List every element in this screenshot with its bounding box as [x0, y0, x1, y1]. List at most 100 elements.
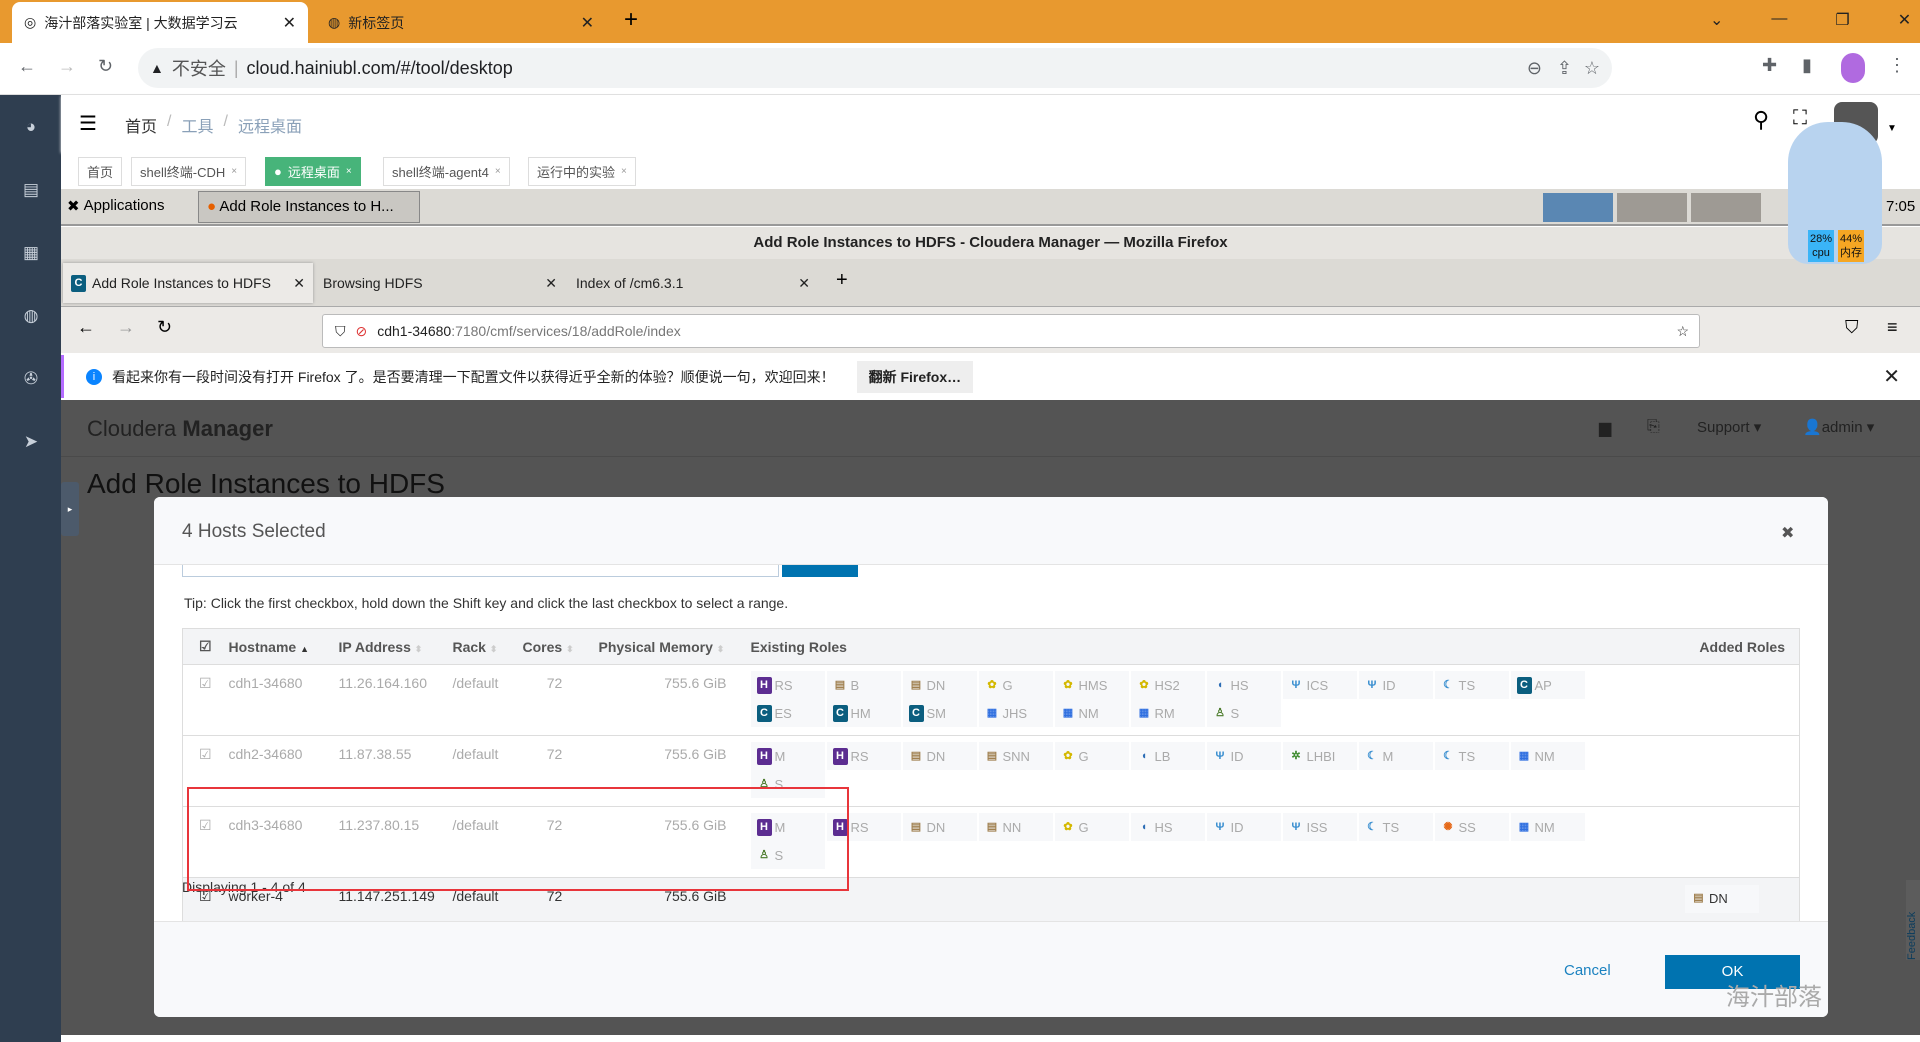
page-tab-running-labs[interactable]: 运行中的实验 × — [528, 157, 636, 186]
user-menu[interactable]: 👤admin ▾ — [1803, 418, 1874, 436]
new-tab-button[interactable]: + — [836, 269, 848, 292]
role-label: NM — [1534, 819, 1555, 835]
bookmark-star-icon[interactable]: ☆ — [1676, 323, 1689, 340]
firefox-tab-bar: C Add Role Instances to HDFS ✕ Browsing HD… — [61, 259, 1920, 307]
forward-icon[interactable]: → — [58, 56, 76, 77]
extensions-icon[interactable]: ✚ — [1762, 55, 1777, 76]
role-label: RS — [850, 748, 869, 764]
breadcrumb-tools[interactable]: 工具 — [181, 113, 213, 137]
share-icon[interactable]: ⇪ — [1557, 58, 1572, 79]
rack: /default — [446, 664, 517, 736]
applications-menu[interactable]: ✖ Applications — [67, 197, 164, 215]
breadcrumb-home[interactable]: 首页 — [125, 113, 157, 137]
dashboard-icon[interactable]: ◕ — [18, 117, 44, 143]
page-tab-remote-desktop[interactable]: ● 远程桌面 × — [265, 157, 361, 186]
column-ip[interactable]: IP Address ⬍ — [332, 628, 447, 665]
reload-icon[interactable]: ↻ — [98, 56, 113, 77]
tab-search-icon[interactable]: ⌄ — [1710, 10, 1723, 30]
feedback-tab[interactable]: Feedback — [1906, 880, 1920, 960]
page-tab-shell-cdh[interactable]: shell终端-CDH × — [131, 157, 247, 186]
close-icon[interactable]: ✕ — [1883, 364, 1900, 389]
page-tab-home[interactable]: 首页 — [78, 157, 123, 186]
back-icon[interactable]: ← — [18, 56, 36, 77]
close-window-icon[interactable]: ✕ — [1898, 10, 1911, 30]
insecure-lock-icon[interactable]: ⊘ — [356, 323, 368, 340]
firefox-menu-icon[interactable]: ≡ — [1887, 317, 1898, 338]
workspace-3[interactable] — [1691, 193, 1761, 222]
caret-down-icon[interactable]: ▼ — [1887, 123, 1897, 134]
minimize-icon[interactable]: — — [1771, 10, 1787, 30]
memory: 755.6 GiB — [592, 664, 745, 736]
role-label: LHBI — [1306, 748, 1336, 764]
workspace-1[interactable] — [1543, 193, 1613, 222]
firefox-tab[interactable]: Index of /cm6.3.1 ✕ — [568, 263, 818, 303]
send-icon[interactable]: ➤ — [18, 432, 44, 458]
page-tab-shell-agent4[interactable]: shell终端-agent4 × — [383, 157, 510, 186]
profile-avatar[interactable] — [1841, 53, 1865, 83]
close-tab-icon[interactable]: ✕ — [545, 275, 557, 292]
browser-tab[interactable]: ◍ 新标签页 ✕ — [316, 2, 606, 43]
page-tabs: 首页 shell终端-CDH × ● 远程桌面 × shell终端-agent4 × 运… — [61, 152, 1920, 189]
role-impala-iss: Ψ ISS — [1282, 813, 1357, 841]
firefox-tab[interactable]: Browsing HDFS ✕ — [315, 263, 565, 303]
column-memory[interactable]: Physical Memory ⬍ — [592, 628, 745, 665]
select-all-checkbox[interactable]: ☑ — [182, 628, 223, 665]
column-cores[interactable]: Cores ⬍ — [516, 628, 593, 665]
column-hostname[interactable]: Hostname ▲ — [222, 628, 333, 665]
role-label: NN — [1002, 819, 1022, 835]
row-checkbox[interactable]: ☑ — [182, 664, 223, 736]
close-tab-icon[interactable]: ✕ — [581, 13, 594, 33]
support-menu[interactable]: Support ▾ — [1697, 418, 1761, 436]
close-icon[interactable]: × — [346, 166, 352, 177]
search-input[interactable] — [182, 565, 779, 577]
cm-logo[interactable]: Cloudera Manager — [87, 416, 273, 442]
close-tab-icon[interactable]: ✕ — [798, 275, 810, 292]
close-icon[interactable]: × — [231, 166, 237, 177]
added-roles — [1676, 806, 1800, 878]
column-rack[interactable]: Rack ⬍ — [446, 628, 517, 665]
close-icon[interactable]: × — [495, 166, 501, 177]
role-hive-g: ✿ G — [978, 671, 1053, 699]
sort-asc-icon: ▲ — [300, 643, 309, 654]
firefox-url-bar[interactable]: ⛉ ⊘ cdh1-34680:7180/cmf/services/18/addRo… — [322, 314, 1700, 348]
cancel-button[interactable]: Cancel — [1564, 962, 1611, 979]
forward-icon[interactable]: → — [117, 317, 135, 338]
pocket-icon[interactable]: ⛉ — [1845, 317, 1859, 338]
chrome-menu-icon[interactable]: ⋮ — [1888, 55, 1906, 76]
bookmark-star-icon[interactable]: ☆ — [1584, 58, 1600, 79]
menu-toggle-icon[interactable]: ☰ — [79, 111, 97, 136]
zoom-icon[interactable]: ⊖ — [1527, 58, 1542, 79]
commands-icon[interactable]: ⎘ — [1647, 418, 1660, 436]
reload-icon[interactable]: ↻ — [157, 317, 172, 338]
globe-icon[interactable]: ◍ — [18, 306, 44, 332]
close-tab-icon[interactable]: ✕ — [283, 13, 296, 33]
role-label: NM — [1534, 748, 1555, 764]
firefox-tab-active[interactable]: C Add Role Instances to HDFS ✕ — [63, 263, 313, 303]
restore-icon[interactable]: ❐ — [1835, 10, 1849, 30]
address-bar[interactable]: ▲ 不安全 | cloud.hainiubl.com/#/tool/deskto… — [138, 48, 1612, 88]
close-icon[interactable]: × — [621, 166, 627, 177]
refresh-firefox-button[interactable]: 翻新 Firefox… — [856, 360, 974, 393]
role-label: RM — [1154, 705, 1175, 721]
app-header: ☰ 首页 / 工具 / 远程桌面 ⚲ ⛶ ▼ — [61, 95, 1920, 152]
role-hbase-rs: H RS — [826, 742, 901, 770]
apps-icon[interactable]: ▦ — [18, 243, 44, 269]
parcel-icon[interactable]: ▆ — [1599, 418, 1611, 438]
browser-tab-active[interactable]: ◎ 海汁部落实验室 | 大数据学习云 ✕ — [12, 2, 308, 43]
close-modal-button[interactable]: ✖ — [1781, 523, 1794, 543]
new-tab-button[interactable]: + — [624, 6, 638, 34]
side-panel-icon[interactable]: ▮ — [1802, 55, 1812, 76]
back-icon[interactable]: ← — [77, 317, 95, 338]
close-tab-icon[interactable]: ✕ — [293, 275, 305, 292]
taskbar-firefox[interactable]: ● Add Role Instances to H... — [198, 191, 420, 223]
vnc-sidebar-handle[interactable]: ▸ — [61, 482, 79, 536]
search-button[interactable] — [782, 565, 858, 577]
fullscreen-icon[interactable]: ⛶ — [1793, 107, 1807, 130]
host-row[interactable]: ☑ cdh1-34680 11.26.164.160 /default 72 7… — [182, 664, 1800, 736]
settings-icon[interactable]: ✇ — [18, 369, 44, 395]
search-icon[interactable]: ⚲ — [1753, 107, 1769, 133]
document-icon[interactable]: ▤ — [18, 180, 44, 206]
role-hbase-rs: H RS — [750, 671, 825, 699]
workspace-2[interactable] — [1617, 193, 1687, 222]
shield-icon[interactable]: ⛉ — [335, 323, 346, 340]
